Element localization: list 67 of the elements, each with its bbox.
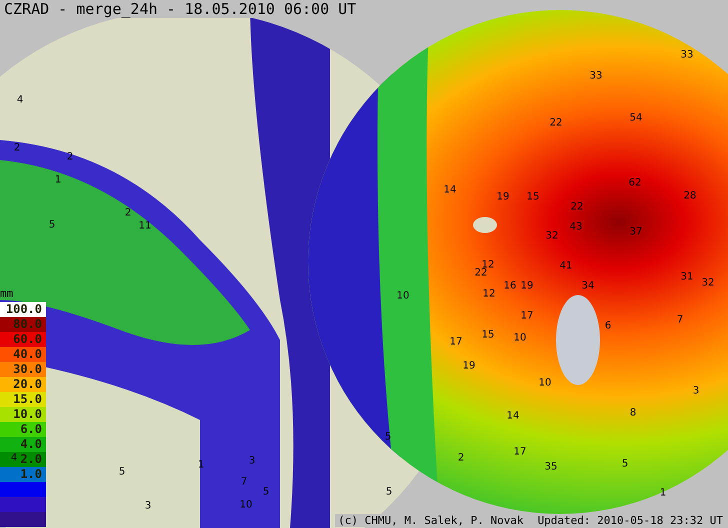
rainfall-value: 15: [526, 192, 540, 202]
rainfall-value: 5: [386, 486, 392, 498]
rainfall-value: 62: [628, 178, 642, 188]
rainfall-value: 6: [604, 320, 612, 332]
rainfall-value: 14: [506, 410, 520, 422]
rainfall-value: 34: [582, 280, 594, 292]
legend-unit: mm: [0, 287, 14, 300]
legend-swatch: 1.0: [0, 467, 46, 482]
rainfall-value: 17: [520, 310, 534, 322]
rainfall-value: 22: [550, 118, 562, 128]
rainfall-value: 5: [118, 466, 126, 478]
rainfall-value: 2: [14, 142, 20, 154]
rainfall-value: 32: [546, 230, 558, 242]
rainfall-value: 32: [702, 278, 714, 288]
rainfall-value: 41: [560, 260, 572, 272]
rainfall-value: 3: [144, 500, 152, 512]
legend-swatch: 4.0: [0, 437, 46, 452]
credits-text: (c) CHMU, M. Salek, P. Novak: [338, 514, 524, 527]
rainfall-value: 54: [630, 112, 642, 124]
legend-swatch: 80.0: [0, 317, 46, 332]
rainfall-value: 17: [514, 446, 526, 458]
rainfall-value: 33: [680, 50, 694, 60]
rainfall-value: 35: [544, 462, 558, 472]
rainfall-value: 10: [240, 500, 252, 510]
rainfall-value: 43: [570, 222, 582, 232]
rainfall-value: 22: [570, 202, 584, 212]
rainfall-value: 8: [630, 408, 636, 418]
rainfall-value: 11: [138, 220, 152, 232]
rainfall-value: 15: [482, 330, 494, 340]
legend-swatch: 40.0: [0, 347, 46, 362]
rainfall-value: 1: [54, 174, 62, 186]
rainfall-value: 2: [124, 208, 132, 218]
legend-swatch: 30.0: [0, 362, 46, 377]
rainfall-value: 19: [520, 280, 534, 292]
legend-swatch: 15.0: [0, 392, 46, 407]
legend-swatch: 100.0: [0, 302, 46, 317]
rainfall-value: 10: [396, 290, 410, 302]
rainfall-value: 19: [496, 192, 510, 202]
rainfall-value: 28: [684, 190, 696, 202]
rainfall-value: 7: [240, 476, 248, 488]
rainfall-value: 31: [680, 272, 694, 282]
legend-swatch: 20.0: [0, 377, 46, 392]
rainfall-value: 17: [450, 336, 462, 348]
rainfall-value: 4: [10, 452, 18, 464]
legend-swatch: 60.0: [0, 332, 46, 347]
rainfall-value: 3: [248, 456, 256, 466]
rainfall-value: 12: [482, 288, 496, 300]
rainfall-value: 5: [262, 486, 270, 498]
rainfall-value: 4: [16, 94, 24, 106]
rainfall-value: 22: [474, 268, 488, 278]
rainfall-value: 37: [630, 226, 642, 238]
rainfall-value: 3: [692, 386, 700, 396]
rainfall-value: 10: [514, 332, 526, 344]
rainfall-value: 16: [504, 280, 516, 292]
rainfall-value: 7: [676, 314, 684, 326]
rainfall-value: 14: [444, 184, 456, 196]
legend-swatch: 6.0: [0, 422, 46, 437]
rainfall-value: 2: [458, 452, 464, 464]
rainfall-value: 5: [622, 458, 628, 470]
rainfall-value: 19: [462, 360, 476, 372]
rainfall-value: 5: [48, 220, 56, 230]
updated-text: Updated: 2010-05-18 23:32 UT: [538, 514, 723, 527]
legend-swatch: 10.0: [0, 407, 46, 422]
rainfall-value: 2: [66, 152, 74, 162]
map-title: CZRAD - merge_24h - 18.05.2010 06:00 UT: [2, 0, 358, 18]
rainfall-value: 10: [538, 378, 552, 388]
rainfall-value: 33: [590, 70, 602, 82]
